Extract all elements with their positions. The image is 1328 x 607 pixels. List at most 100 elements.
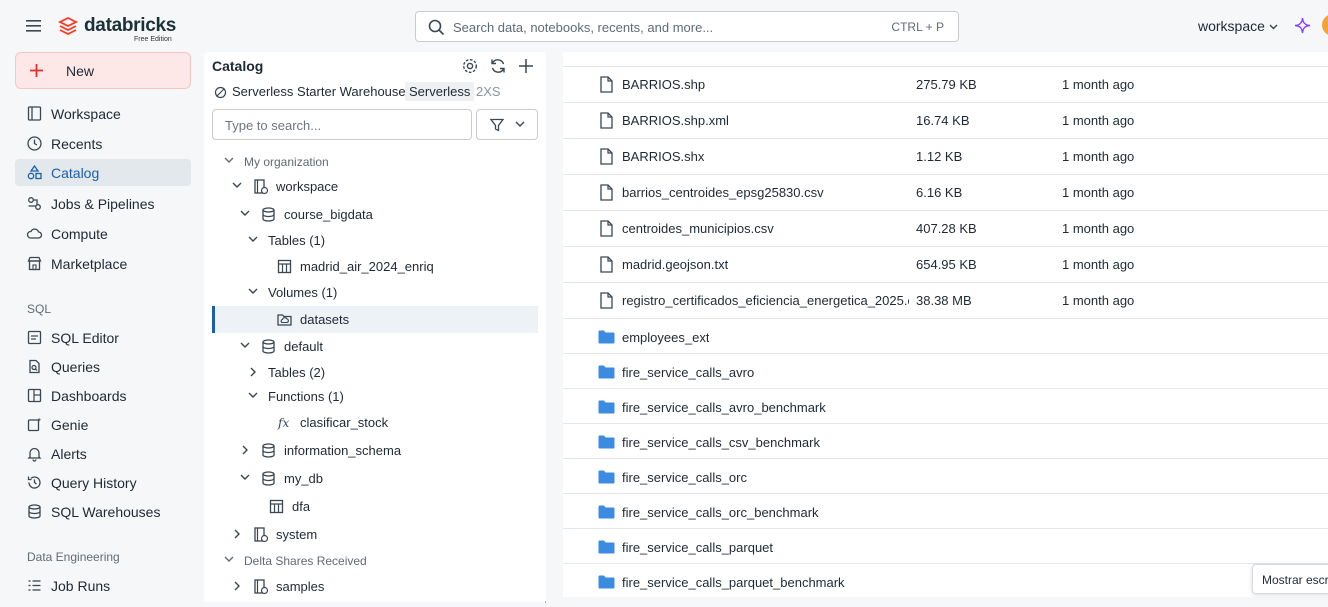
nav-item-marketplace[interactable]: Marketplace <box>15 250 191 277</box>
folder-icon <box>598 365 615 379</box>
file-row[interactable]: BARRIOS.shp 275.79 KB 1 month ago <box>563 67 1328 103</box>
warehouse-icon <box>26 503 43 520</box>
top-bar: databricks Free Edition Search data, not… <box>0 0 1328 52</box>
tree-item-tables[interactable]: Tables (1) <box>212 229 538 253</box>
file-row[interactable]: BARRIOS.shp.xml 16.74 KB 1 month ago <box>563 103 1328 139</box>
nav-item-job-runs[interactable]: Job Runs <box>15 572 191 599</box>
file-row[interactable]: madrid.geojson.txt 654.95 KB 1 month ago <box>563 247 1328 283</box>
workspace-switcher[interactable]: workspace <box>1198 18 1278 34</box>
chevron-down-icon <box>240 210 250 216</box>
nav-item-recents[interactable]: Recents <box>15 130 191 157</box>
tree-item-clasificar-stock[interactable]: fx clasificar_stock <box>212 411 538 435</box>
nav-item-sql-editor[interactable]: SQL Editor <box>15 324 191 351</box>
nav-item-genie[interactable]: Genie <box>15 411 191 438</box>
catalog-icon <box>26 164 43 181</box>
catalog-search-input[interactable]: Type to search... <box>212 109 472 140</box>
warehouse-selector[interactable]: Serverless Starter Warehouse Serverless … <box>212 82 542 104</box>
nav-item-sql-warehouses[interactable]: SQL Warehouses <box>15 498 191 525</box>
menu-icon[interactable] <box>24 17 44 35</box>
folder-row[interactable]: fire_service_calls_orc_benchmark <box>563 494 1328 529</box>
tooltip: Mostrar escr <box>1252 564 1328 594</box>
nav-item-label: Query History <box>51 475 137 491</box>
file-modified: 1 month ago <box>1062 77 1135 92</box>
jobs-icon <box>26 195 43 212</box>
tree-label: system <box>276 527 318 542</box>
tree-item-dfa[interactable]: dfa <box>212 495 538 519</box>
tree-label: my_db <box>284 471 324 486</box>
volume-file-list: BARRIOS.shp 275.79 KB 1 month ago BARRIOS.s… <box>563 52 1328 597</box>
file-name: BARRIOS.shp.xml <box>622 113 729 128</box>
catalog-db-icon <box>252 178 269 195</box>
nav-item-compute[interactable]: Compute <box>15 220 191 247</box>
tree-label: workspace <box>276 179 339 194</box>
nav-section-data-engineering: Data Engineering <box>27 550 120 564</box>
tree-item-default[interactable]: default <box>212 335 538 359</box>
file-icon <box>599 256 614 273</box>
refresh-icon[interactable] <box>488 56 508 76</box>
tree-label: Tables (2) <box>268 365 326 380</box>
nav-item-label: Dashboards <box>51 388 127 404</box>
file-name: registro_certificados_eficiencia_energet… <box>622 293 909 308</box>
nav-item-label: Catalog <box>51 165 100 181</box>
schema-icon <box>260 206 277 223</box>
nav-item-alerts[interactable]: Alerts <box>15 440 191 467</box>
new-button[interactable]: New <box>15 52 191 89</box>
nav-item-jobs-pipelines[interactable]: Jobs & Pipelines <box>15 190 191 217</box>
nav-item-workspace[interactable]: Workspace <box>15 100 191 127</box>
schema-icon <box>260 338 277 355</box>
tree-label: Volumes (1) <box>268 285 338 300</box>
tree-item-functions[interactable]: Functions (1) <box>212 385 538 409</box>
folder-row[interactable]: fire_service_calls_csv_benchmark <box>563 424 1328 459</box>
assistant-sparkle-icon[interactable] <box>1294 17 1311 34</box>
filter-button[interactable] <box>476 109 538 140</box>
search-shortcut: CTRL + P <box>891 20 944 34</box>
folder-row[interactable]: fire_service_calls_orc <box>563 459 1328 494</box>
tree-group-my-organization[interactable]: My organization <box>212 150 538 174</box>
tree-item-madrid-air-table[interactable]: madrid_air_2024_enriq <box>212 255 538 279</box>
file-row[interactable]: centroides_municipios.csv 407.28 KB 1 mont… <box>563 211 1328 247</box>
folder-row[interactable]: employees_ext <box>563 319 1328 354</box>
nav-item-catalog[interactable]: Catalog <box>15 159 191 186</box>
plus-icon <box>28 62 45 79</box>
chevron-right-icon <box>234 581 240 591</box>
folder-row[interactable]: fire_service_calls_avro <box>563 354 1328 389</box>
avatar[interactable] <box>1322 14 1328 36</box>
folder-row[interactable]: fire_service_calls_avro_benchmark <box>563 389 1328 424</box>
global-search-input[interactable]: Search data, notebooks, recents, and mor… <box>415 11 959 42</box>
file-name: barrios_centroides_epsg25830.csv <box>622 185 824 200</box>
file-size: 1.12 KB <box>916 149 963 164</box>
panel-divider[interactable] <box>546 52 563 607</box>
settings-icon[interactable] <box>460 56 480 76</box>
file-row[interactable]: registro_certificados_eficiencia_energet… <box>563 283 1328 319</box>
databricks-logo[interactable]: databricks Free Edition <box>58 14 178 44</box>
tree-item-workspace[interactable]: workspace <box>212 175 538 199</box>
add-icon[interactable] <box>516 56 536 76</box>
tree-item-volumes[interactable]: Volumes (1) <box>212 281 538 305</box>
file-row[interactable]: BARRIOS.shx 1.12 KB 1 month ago <box>563 139 1328 175</box>
nav-item-label: Queries <box>51 359 101 375</box>
tree-item-information-schema[interactable]: information_schema <box>212 439 538 463</box>
file-row[interactable]: barrios_centroides_epsg25830.csv 6.16 KB 1… <box>563 175 1328 211</box>
tree-item-course-bigdata[interactable]: course_bigdata <box>212 203 538 227</box>
folder-name: fire_service_calls_csv_benchmark <box>622 435 820 450</box>
folder-name: fire_service_calls_parquet <box>622 540 774 555</box>
chevron-down-icon <box>248 288 258 294</box>
tree-item-system[interactable]: system <box>212 523 538 547</box>
tree-item-samples[interactable]: samples <box>212 575 538 599</box>
folder-row[interactable]: fire_service_calls_parquet_benchmark <box>563 564 1328 597</box>
tree-item-my-db[interactable]: my_db <box>212 467 538 491</box>
file-size: 275.79 KB <box>916 77 977 92</box>
dashboard-icon <box>26 387 43 404</box>
tree-group-delta-shares[interactable]: Delta Shares Received <box>212 549 538 573</box>
tree-item-tables-2[interactable]: Tables (2) <box>212 361 538 385</box>
warehouse-size: 2XS <box>476 84 501 99</box>
folder-row[interactable]: fire_service_calls_parquet <box>563 529 1328 564</box>
nav-item-dashboards[interactable]: Dashboards <box>15 382 191 409</box>
tree-item-datasets[interactable]: datasets <box>212 306 538 333</box>
file-row-partial[interactable] <box>563 52 1328 67</box>
workspace-icon <box>26 105 43 122</box>
genie-icon <box>26 416 43 433</box>
nav-item-query-history[interactable]: Query History <box>15 469 191 496</box>
file-modified: 1 month ago <box>1062 221 1135 236</box>
nav-item-queries[interactable]: Queries <box>15 353 191 380</box>
